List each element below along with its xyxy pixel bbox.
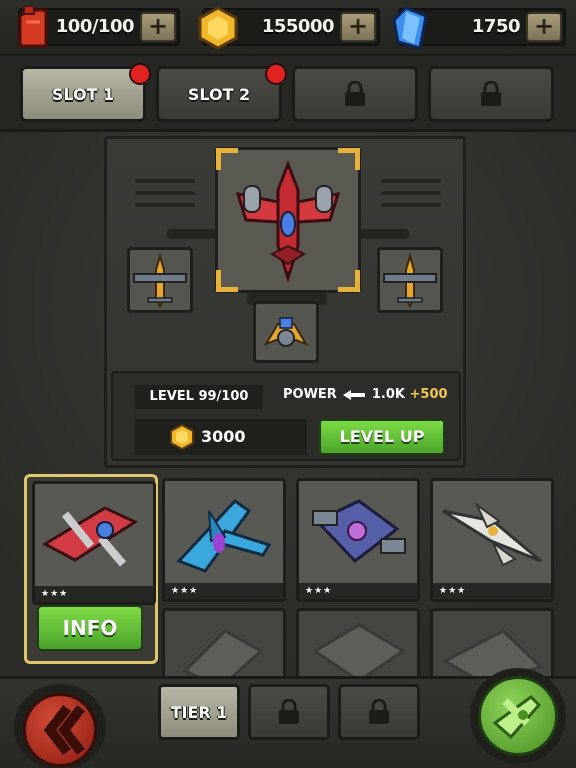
- tab-tier-1[interactable]: TIER 1: [158, 684, 240, 740]
- lock-icon: [481, 81, 501, 106]
- play-button-frame: [470, 668, 566, 764]
- back-button[interactable]: [23, 693, 97, 767]
- tab-tier-2-locked[interactable]: [248, 684, 330, 740]
- notification-badge: [265, 63, 287, 85]
- pipe: [167, 229, 215, 239]
- hangar-panel: LEVEL 99/100 POWER 1.0K +500 3000 LEVEL …: [104, 136, 466, 468]
- vent-grill: [381, 179, 441, 183]
- gold-coin-icon: [198, 6, 238, 50]
- plane-stats-panel: LEVEL 99/100 POWER 1.0K +500 3000 LEVEL …: [111, 371, 461, 461]
- yellow-wingman-plane-icon: [383, 252, 437, 309]
- power-icon: [343, 389, 366, 400]
- power-indicator: POWER 1.0K +500: [283, 387, 448, 402]
- red-fighter-plane-icon: [235, 159, 341, 284]
- drone-slot[interactable]: [253, 301, 319, 363]
- plane-card-4[interactable]: ★★★: [430, 478, 554, 602]
- slot-tabs: SLOT 1 SLOT 2: [0, 56, 576, 132]
- plane-play-icon: [492, 695, 542, 740]
- power-label: POWER: [283, 387, 337, 402]
- level-indicator: LEVEL 99/100: [135, 385, 263, 409]
- power-bonus: +500: [409, 387, 448, 402]
- vent-grill: [135, 191, 195, 195]
- fuel-counter: 100/100 +: [18, 6, 180, 48]
- drone-icon: [263, 317, 309, 347]
- fuel-can-icon: [18, 6, 48, 48]
- tab-tier-1-label: TIER 1: [170, 702, 228, 722]
- upgrade-cost: 3000: [135, 419, 307, 455]
- star-rating: ★★★: [299, 583, 417, 599]
- double-chevron-left-icon: [43, 704, 86, 756]
- tab-slot-4-locked[interactable]: [428, 66, 554, 122]
- tab-tier-3-locked[interactable]: [338, 684, 420, 740]
- add-gold-button[interactable]: +: [340, 12, 376, 42]
- yellow-wingman-plane-icon: [133, 252, 187, 309]
- resource-bar: 100/100 + 155000 + 1750 +: [0, 0, 576, 56]
- lock-icon: [369, 699, 389, 724]
- lock-icon: [345, 81, 365, 106]
- add-gems-button[interactable]: +: [526, 12, 562, 42]
- selected-plane-card: ★★★ INFO: [24, 474, 158, 664]
- tab-slot-3-locked[interactable]: [292, 66, 418, 122]
- purple-bomber-plane-icon: [312, 499, 406, 564]
- star-rating: ★★★: [165, 583, 283, 599]
- vent-grill: [135, 179, 195, 183]
- gold-value: 155000: [261, 16, 335, 37]
- star-rating: ★★★: [35, 586, 153, 602]
- notification-badge: [129, 63, 151, 85]
- left-wingman-slot[interactable]: [127, 247, 193, 313]
- vent-grill: [381, 191, 441, 195]
- back-button-frame: [14, 684, 106, 768]
- gold-counter: 155000 +: [198, 6, 380, 50]
- add-fuel-button[interactable]: +: [140, 12, 176, 42]
- pipe: [361, 229, 409, 239]
- gold-coin-icon: [170, 424, 194, 450]
- plane-card-1[interactable]: ★★★: [32, 481, 156, 605]
- plane-card-2[interactable]: ★★★: [162, 478, 286, 602]
- main-plane-slot[interactable]: [215, 147, 361, 293]
- right-wingman-slot[interactable]: [377, 247, 443, 313]
- red-gunship-plane-icon: [41, 506, 139, 567]
- lock-icon: [279, 699, 299, 724]
- tab-slot-1-label: SLOT 1: [51, 84, 115, 104]
- info-button[interactable]: INFO: [37, 605, 143, 651]
- plane-card-3[interactable]: ★★★: [296, 478, 420, 602]
- blue-jet-plane-icon: [176, 499, 272, 573]
- level-up-button[interactable]: LEVEL UP: [319, 419, 445, 455]
- vent-grill: [381, 203, 441, 207]
- blue-crystal-icon: [392, 6, 428, 50]
- upgrade-cost-value: 3000: [201, 427, 246, 446]
- power-value: 1.0K: [371, 387, 405, 402]
- gems-value: 1750: [471, 16, 521, 37]
- tab-slot-2-label: SLOT 2: [187, 84, 251, 104]
- fuel-value: 100/100: [55, 16, 135, 37]
- gems-counter: 1750 +: [392, 6, 566, 50]
- tab-slot-2[interactable]: SLOT 2: [156, 63, 287, 122]
- white-interceptor-plane-icon: [442, 501, 542, 567]
- star-rating: ★★★: [433, 583, 551, 599]
- vent-grill: [135, 203, 195, 207]
- play-button[interactable]: [478, 676, 558, 756]
- tab-slot-1[interactable]: SLOT 1: [20, 63, 151, 122]
